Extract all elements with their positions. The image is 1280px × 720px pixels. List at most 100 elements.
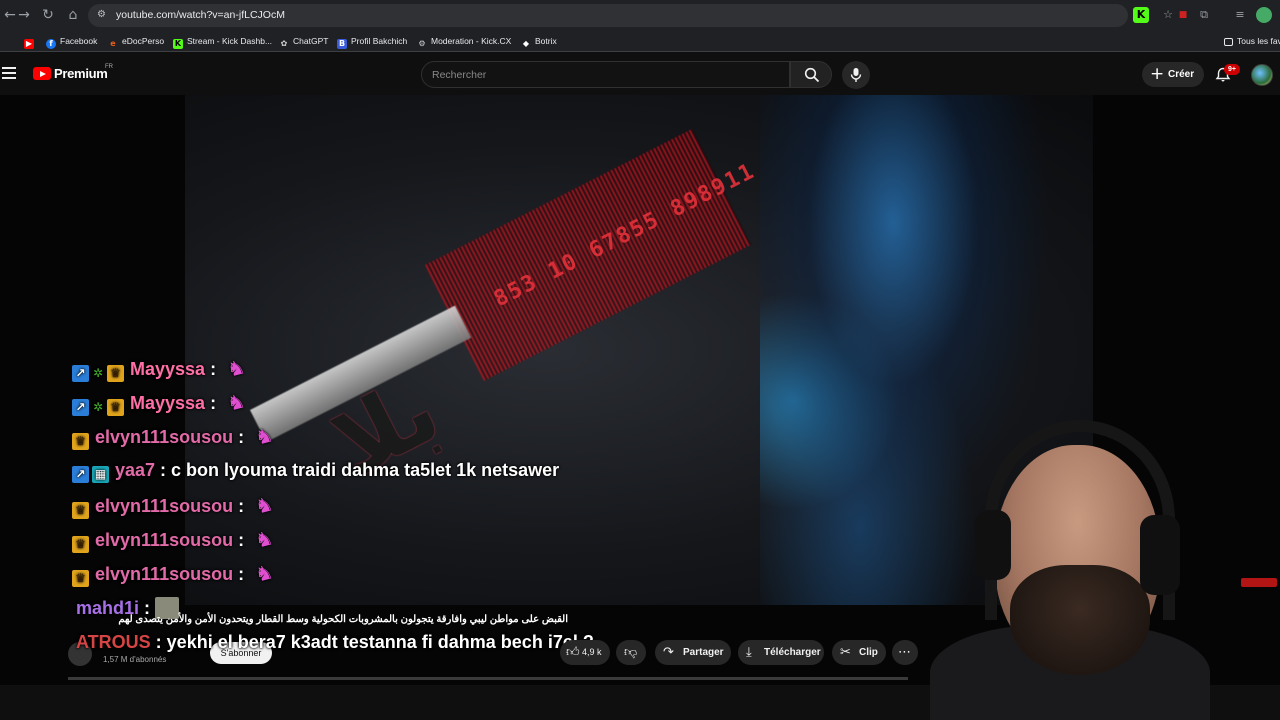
chat-badge-leaf-icon: ✲ <box>92 366 104 380</box>
chat-message: ♛ elvyn111sousou : ♞ <box>72 525 276 553</box>
bookmarks-bar: ▶ f Facebook e eDocPerso K Stream - Kick Da… <box>0 31 1280 52</box>
share-button[interactable]: ↷ Partager <box>655 640 731 665</box>
home-icon[interactable]: ⌂ <box>65 7 81 23</box>
headset-ear-right <box>1140 515 1180 595</box>
chat-text: yekhi el bera7 k3adt testanna fi dahma b… <box>166 632 594 652</box>
chat-username[interactable]: elvyn111sousou <box>95 564 233 584</box>
botrix-icon: ◆ <box>522 39 530 48</box>
more-icon: ⋯ <box>898 645 911 660</box>
chat-emote-icon: ♞ <box>252 525 276 553</box>
site-info-icon[interactable]: ⚙ <box>97 9 109 21</box>
more-actions-button[interactable]: ⋯ <box>892 640 918 665</box>
chat-emote-icon: ♞ <box>252 491 276 519</box>
star-icon[interactable]: ☆ <box>1160 7 1176 23</box>
forward-icon[interactable]: → <box>16 7 32 23</box>
extension-badge-icon[interactable]: ■ <box>1175 7 1191 23</box>
bookmark-facebook[interactable]: f Facebook <box>46 35 97 49</box>
dislike-button[interactable]: 👎︎ <box>616 640 646 665</box>
bookmark-moderation[interactable]: ⚙ Moderation - Kick.CX <box>417 35 511 48</box>
profile-icon[interactable] <box>1256 7 1272 23</box>
video-title: القبض على مواطن ليبي وافارقة يتجولون بال… <box>118 614 568 625</box>
chat-badge-arrow-icon: ↗ <box>72 365 89 382</box>
notification-badge: 9+ <box>1224 64 1240 75</box>
chat-badge-gift-icon: ▦ <box>92 466 109 483</box>
chat-badge-arrow-icon: ↗ <box>72 399 89 416</box>
chat-message: ↗ ✲ ♛ Mayyssa : ♞ <box>72 388 248 416</box>
folder-icon <box>1224 38 1233 46</box>
search-input[interactable]: Rechercher <box>421 61 790 88</box>
divider <box>68 677 908 680</box>
chat-emote-icon: ♞ <box>224 354 248 382</box>
search-button[interactable] <box>790 61 832 88</box>
bookmark-chatgpt[interactable]: ✿ ChatGPT <box>279 35 329 48</box>
chat-badge-crown-icon: ♛ <box>72 570 89 587</box>
facebook-icon: f <box>46 39 56 49</box>
url-text: youtube.com/watch?v=an-jfLCJOcM <box>116 9 285 21</box>
chatgpt-icon: ✿ <box>280 39 288 48</box>
chat-badge-crown-icon: ♛ <box>107 365 124 382</box>
chat-username[interactable]: elvyn111sousou <box>95 496 233 516</box>
microphone-icon <box>850 68 862 82</box>
streamer-webcam <box>900 415 1220 720</box>
headset-ear-left <box>975 510 1011 580</box>
youtube-logo-icon[interactable] <box>33 67 51 80</box>
chat-badge-crown-icon: ♛ <box>72 502 89 519</box>
subscriber-count: 1,57 M d'abonnés <box>103 655 167 664</box>
small-red-label <box>1241 578 1277 587</box>
voice-search-button[interactable] <box>842 61 870 89</box>
chat-emote-icon: ♞ <box>252 559 276 587</box>
scissors-icon: ✂ <box>840 645 851 660</box>
chat-badge-leaf-icon: ✲ <box>92 400 104 414</box>
chat-message: ↗ ✲ ♛ Mayyssa : ♞ <box>72 354 248 382</box>
create-label: Créer <box>1168 69 1195 80</box>
chat-message: ♛ elvyn111sousou : ♞ <box>72 422 276 450</box>
address-bar[interactable]: ⚙ youtube.com/watch?v=an-jfLCJOcM <box>88 4 1128 27</box>
youtube-masthead: Premium FR Rechercher + Créer 9+ <box>0 55 1280 95</box>
create-button[interactable]: + Créer <box>1142 62 1204 87</box>
bakchich-icon: B <box>337 39 347 49</box>
all-bookmarks[interactable]: Tous les fav <box>1224 35 1280 48</box>
thumbs-up-icon: 👍︎ <box>566 645 580 660</box>
search-icon <box>804 67 820 83</box>
region-code: FR <box>105 64 113 70</box>
youtube-icon: ▶ <box>24 39 34 49</box>
chat-badge-crown-icon: ♛ <box>72 536 89 553</box>
chat-username[interactable]: Mayyssa <box>130 359 205 379</box>
chat-username[interactable]: Mayyssa <box>130 393 205 413</box>
bookmark-edocperso[interactable]: e eDocPerso <box>108 35 164 48</box>
account-avatar[interactable] <box>1251 64 1273 86</box>
bookmark-botrix[interactable]: ◆ Botrix <box>521 35 557 48</box>
chat-username[interactable]: ATROUS <box>76 632 151 652</box>
bookmark-kick-dashboard[interactable]: K Stream - Kick Dashb... <box>173 35 272 49</box>
chat-message: ♛ elvyn111sousou : ♞ <box>72 491 276 519</box>
download-icon: ⤓ <box>746 645 752 660</box>
extensions-icon[interactable]: ⧉ <box>1196 7 1212 23</box>
chat-emote-icon: ♞ <box>252 422 276 450</box>
chat-message: ↗ ▦ yaa7 : c bon lyouma traidi dahma ta5le… <box>72 458 560 483</box>
kick-extension-icon[interactable]: K <box>1133 7 1149 23</box>
browser-toolbar: ← → ↻ ⌂ ⚙ youtube.com/watch?v=an-jfLCJOc… <box>0 0 1280 31</box>
moderation-icon: ⚙ <box>418 39 426 48</box>
share-icon: ↷ <box>663 645 674 660</box>
clip-button[interactable]: ✂ Clip <box>832 640 886 665</box>
chat-text: c bon lyouma traidi dahma ta5let 1k nets… <box>171 460 560 480</box>
menu-icon[interactable] <box>2 67 16 79</box>
bookmark-profil-bakchich[interactable]: B Profil Bakchich <box>337 35 407 49</box>
chat-message: ATROUS : yekhi el bera7 k3adt testanna f… <box>76 632 594 652</box>
chat-emote-icon: ♞ <box>224 388 248 416</box>
chat-badge-crown-icon: ♛ <box>107 399 124 416</box>
chat-badge-crown-icon: ♛ <box>72 433 89 450</box>
chat-message: ♛ elvyn111sousou : ♞ <box>72 559 276 587</box>
chat-badge-arrow-icon: ↗ <box>72 466 89 483</box>
reload-icon[interactable]: ↻ <box>40 7 56 23</box>
like-count: 4,9 k <box>582 647 602 657</box>
media-icon[interactable]: ≡ <box>1232 7 1248 23</box>
download-button[interactable]: ⤓ Télécharger <box>738 640 824 665</box>
chat-username[interactable]: yaa7 <box>115 460 155 480</box>
chat-username[interactable]: elvyn111sousou <box>95 427 233 447</box>
search-placeholder: Rechercher <box>432 69 487 81</box>
plus-icon: + <box>1150 64 1165 84</box>
bookmark-youtube[interactable]: ▶ <box>24 35 38 49</box>
chat-username[interactable]: elvyn111sousou <box>95 530 233 550</box>
logo-text[interactable]: Premium <box>54 66 108 81</box>
